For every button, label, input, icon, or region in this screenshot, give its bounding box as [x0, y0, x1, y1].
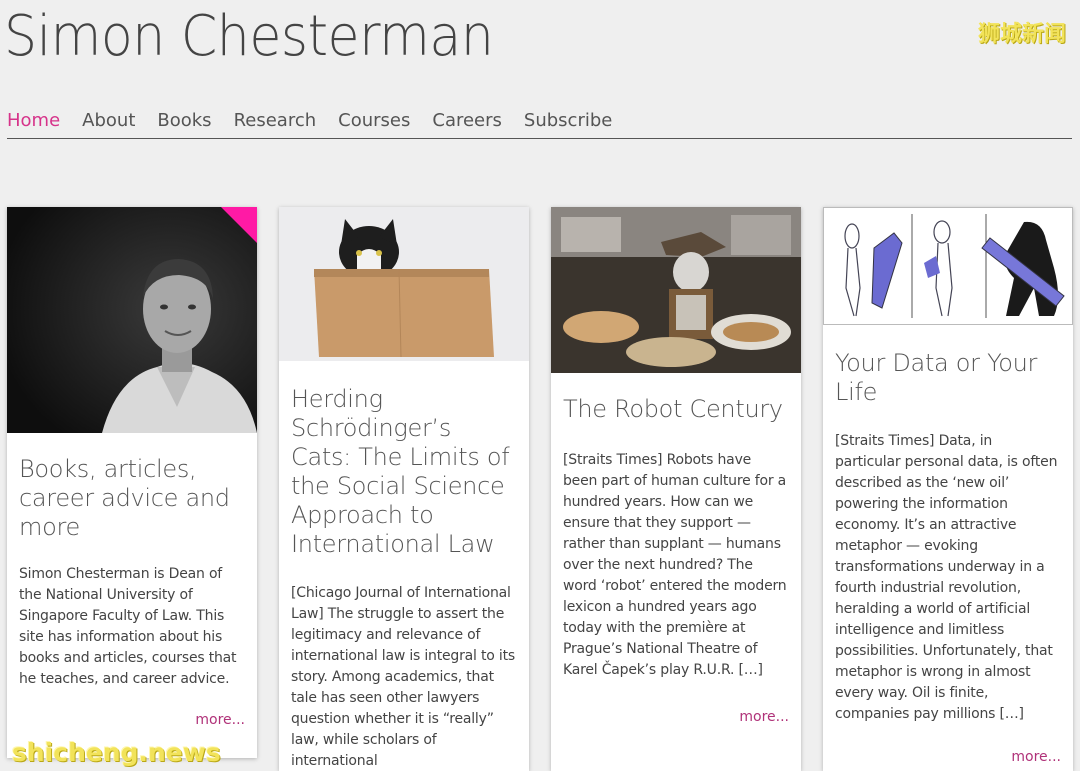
card-about: Books, articles, career advice and more …	[7, 207, 257, 758]
data-illustration-image	[824, 208, 1072, 324]
card-text: [Chicago Journal of International Law] T…	[291, 585, 515, 769]
nav-courses[interactable]: Courses	[338, 110, 410, 138]
card-robot-century: The Robot Century [Straits Times] Robots…	[551, 207, 801, 771]
main-nav: Home About Books Research Courses Career…	[7, 110, 1072, 139]
page: Simon Chesterman 狮城新闻 Home About Books R…	[0, 0, 1080, 771]
card-text: Simon Chesterman is Dean of the National…	[19, 566, 237, 687]
nav-about[interactable]: About	[82, 110, 135, 138]
robot-photo[interactable]	[551, 207, 801, 373]
card-title[interactable]: Your Data or Your Life	[835, 349, 1061, 407]
card-title[interactable]: Books, articles, career advice and more	[19, 455, 245, 542]
more-link[interactable]: more...	[19, 712, 245, 728]
card-your-data: Your Data or Your Life [Straits Times] D…	[823, 207, 1073, 771]
more-link[interactable]: more...	[563, 709, 789, 725]
cat-image	[279, 207, 529, 361]
card-text: [Straits Times] Data, in particular pers…	[835, 433, 1058, 722]
portrait-image	[7, 207, 257, 433]
more-link[interactable]: more...	[835, 749, 1061, 765]
corner-ribbon	[221, 207, 257, 243]
nav-careers[interactable]: Careers	[432, 110, 502, 138]
card-text: [Straits Times] Robots have been part of…	[563, 452, 787, 678]
data-illustration[interactable]	[823, 207, 1073, 325]
nav-books[interactable]: Books	[157, 110, 211, 138]
card-schrodinger: Herding Schrödinger’s Cats: The Limits o…	[279, 207, 529, 771]
nav-research[interactable]: Research	[234, 110, 317, 138]
watermark-cn: 狮城新闻	[977, 22, 1066, 47]
robot-image	[551, 207, 801, 373]
portrait-photo[interactable]	[7, 207, 257, 433]
watermark-en: shicheng.news	[12, 738, 221, 767]
cat-in-box-photo[interactable]	[279, 207, 529, 361]
card-title[interactable]: Herding Schrödinger’s Cats: The Limits o…	[291, 385, 517, 559]
card-title[interactable]: The Robot Century	[563, 395, 789, 424]
nav-home[interactable]: Home	[7, 110, 60, 138]
nav-subscribe[interactable]: Subscribe	[524, 110, 612, 138]
site-title[interactable]: Simon Chesterman	[4, 4, 494, 69]
